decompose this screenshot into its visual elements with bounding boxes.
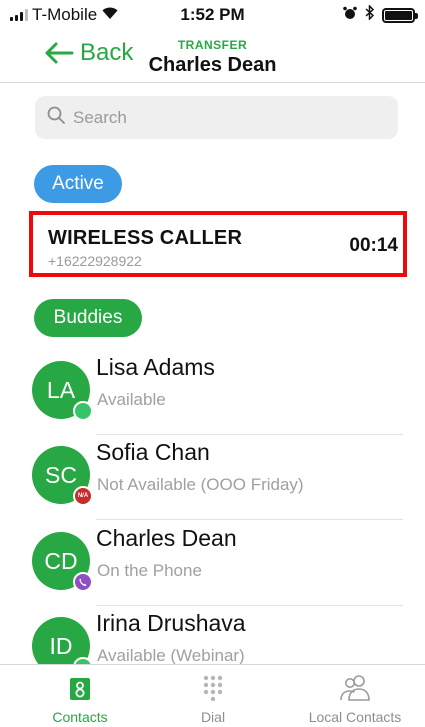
search-input[interactable] [73, 107, 373, 128]
search-bar[interactable] [35, 96, 398, 139]
dialpad-icon [202, 665, 224, 701]
search-icon [47, 106, 65, 129]
tab-contacts[interactable]: Contacts [40, 665, 120, 727]
local-contacts-icon [338, 665, 372, 701]
avatar-initials: SC [45, 461, 77, 488]
active-call-row[interactable]: WIRELESS CALLER +16222928922 00:14 [29, 211, 407, 277]
status-right [343, 4, 418, 25]
buddy-status: On the Phone [97, 561, 202, 580]
avatar-initials: CD [44, 547, 78, 574]
presence-on-phone-icon [73, 572, 93, 592]
alarm-icon [343, 5, 357, 25]
avatar: SC N/A [32, 446, 93, 506]
carrier-label: T-Mobile [32, 5, 98, 24]
back-button[interactable]: Back [44, 39, 133, 67]
wifi-icon [101, 5, 119, 25]
tab-label: Contacts [52, 709, 108, 725]
presence-available-icon [73, 401, 93, 421]
tab-dial[interactable]: Dial [183, 665, 243, 727]
battery-icon [382, 7, 418, 23]
avatar: LA [32, 361, 93, 421]
buddy-status: Available (Webinar) [97, 646, 245, 665]
buddy-name: Charles Dean [96, 525, 237, 551]
presence-not-available-icon: N/A [73, 486, 93, 506]
call-duration: 00:14 [349, 235, 398, 256]
tab-bar: Contacts Dial Local Contacts [0, 664, 425, 727]
buddy-name: Lisa Adams [96, 354, 215, 380]
tab-label: Dial [200, 709, 226, 725]
nav-bar: Back TRANSFER Charles Dean [0, 30, 425, 83]
buddy-name: Irina Drushava [96, 610, 246, 636]
avatar: CD [32, 532, 93, 592]
active-section-badge: Active [34, 165, 122, 203]
tab-local-contacts[interactable]: Local Contacts [295, 665, 415, 727]
buddy-status: Not Available (OOO Friday) [97, 475, 304, 494]
bluetooth-icon [365, 4, 375, 25]
contacts-icon [69, 665, 91, 701]
back-arrow-icon [44, 42, 74, 64]
back-label: Back [80, 39, 134, 66]
buddy-name: Sofia Chan [96, 439, 210, 465]
buddy-row-charles-dean[interactable]: CD Charles Dean On the Phone [0, 521, 425, 606]
buddy-row-sofia-chan[interactable]: SC N/A Sofia Chan Not Available (OOO Fri… [0, 435, 425, 520]
buddy-row-lisa-adams[interactable]: LA Lisa Adams Available [0, 350, 425, 435]
avatar-initials: LA [46, 376, 76, 403]
row-divider [96, 519, 403, 520]
status-left: T-Mobile [10, 5, 119, 25]
caller-name: WIRELESS CALLER [48, 227, 243, 249]
avatar-initials: ID [49, 632, 73, 659]
signal-icon [10, 9, 28, 21]
buddy-status: Available [97, 390, 166, 409]
buddies-section-badge: Buddies [34, 299, 142, 337]
status-bar: T-Mobile 1:52 PM [0, 0, 425, 30]
caller-number: +16222928922 [48, 253, 142, 269]
tab-label: Local Contacts [308, 709, 402, 725]
